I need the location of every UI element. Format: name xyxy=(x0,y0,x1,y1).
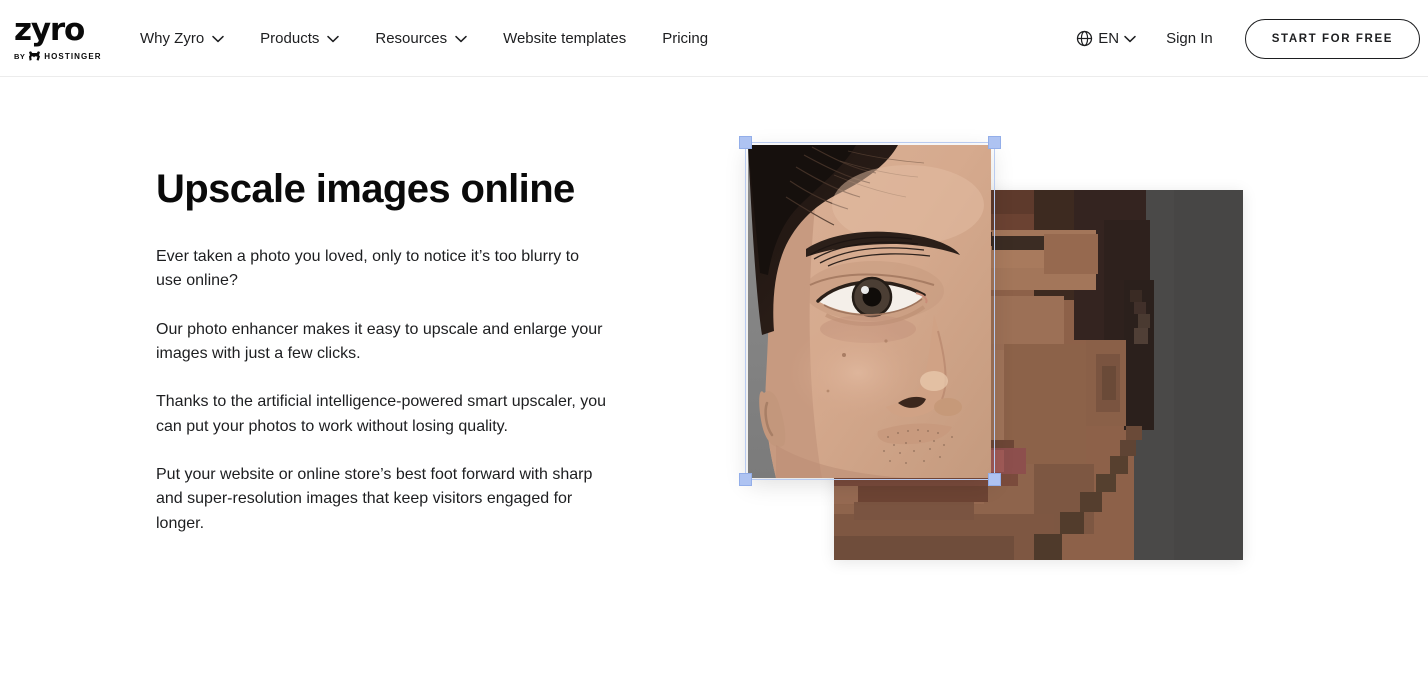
nav-item-resources[interactable]: Resources xyxy=(357,0,485,77)
chevron-down-icon xyxy=(327,35,340,43)
nav-label: Website templates xyxy=(503,30,627,47)
start-for-free-button[interactable]: START FOR FREE xyxy=(1244,18,1420,59)
logo-parent-brand: BY HOSTINGER xyxy=(14,51,114,61)
nav-label: Resources xyxy=(375,30,448,47)
sharp-portrait-image[interactable] xyxy=(748,145,991,478)
hero-media xyxy=(0,77,1428,693)
language-value: EN xyxy=(1098,30,1120,47)
logo-wordmark: zyro xyxy=(14,12,85,48)
chevron-down-icon xyxy=(455,35,467,43)
logo-by-label: BY xyxy=(14,51,26,61)
sign-in-link[interactable]: Sign In xyxy=(1148,30,1231,47)
nav-item-products[interactable]: Products xyxy=(242,0,357,77)
main-navigation: Why Zyro Products Resources Website temp… xyxy=(140,0,726,77)
site-header: zyro BY HOSTINGER Why Zyro Products Reso… xyxy=(0,0,1428,77)
zyro-logo[interactable]: zyro BY HOSTINGER xyxy=(14,12,114,64)
hostinger-horse-icon xyxy=(28,51,41,61)
logo-hostinger-label: HOSTINGER xyxy=(44,51,102,61)
nav-label: Products xyxy=(260,30,320,47)
nav-label: Why Zyro xyxy=(140,30,205,47)
nav-item-pricing[interactable]: Pricing xyxy=(644,0,726,77)
nav-item-why-zyro[interactable]: Why Zyro xyxy=(140,0,242,77)
nav-item-website-templates[interactable]: Website templates xyxy=(485,0,644,77)
language-selector[interactable]: EN xyxy=(1064,30,1148,47)
chevron-down-icon xyxy=(212,35,224,43)
chevron-down-icon xyxy=(1124,35,1136,43)
nav-label: Pricing xyxy=(662,30,709,47)
header-actions: EN Sign In START FOR FREE xyxy=(1064,0,1428,77)
hero-section: Upscale images online Ever taken a photo… xyxy=(0,77,1428,693)
globe-icon xyxy=(1076,30,1093,47)
